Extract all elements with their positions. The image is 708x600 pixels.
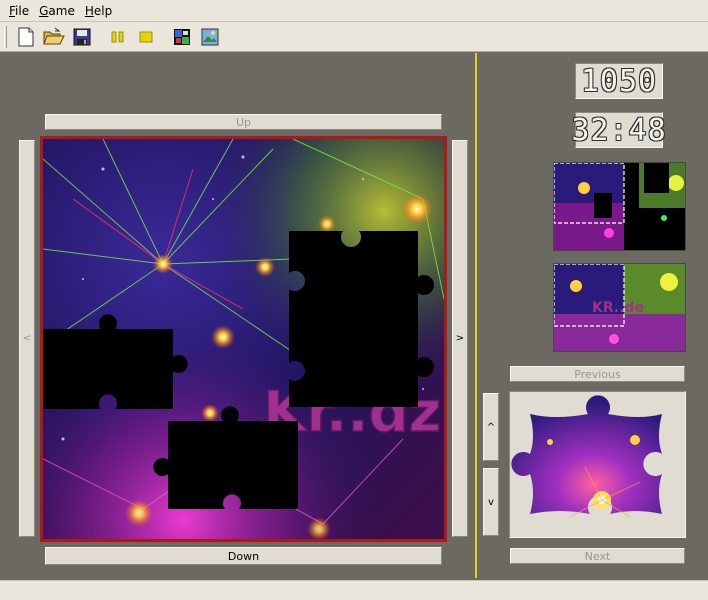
status-bar: [0, 580, 708, 600]
piece-up-button[interactable]: ^: [483, 393, 499, 461]
show-picture-icon: [201, 28, 219, 45]
timer-display: 32:48: [571, 112, 667, 148]
menubar: File Game Help: [0, 0, 708, 22]
new-file-icon: [18, 27, 34, 46]
previous-piece-button[interactable]: Previous: [510, 366, 685, 382]
toolbar: [0, 22, 708, 52]
scroll-up-button[interactable]: Up: [45, 114, 442, 130]
menu-game[interactable]: Game: [34, 1, 80, 21]
current-piece: [511, 395, 662, 518]
pause-button[interactable]: [105, 24, 131, 50]
save-game-button[interactable]: [69, 24, 95, 50]
scroll-down-button[interactable]: Down: [45, 547, 442, 565]
scroll-right-button[interactable]: >: [452, 140, 468, 537]
save-icon: [73, 28, 91, 45]
puzzle-board[interactable]: Kr..dz: [40, 136, 447, 542]
show-picture-button[interactable]: [197, 24, 223, 50]
solution-thumbnail-image: [554, 163, 685, 250]
menu-help[interactable]: Help: [80, 1, 117, 21]
piece-down-button[interactable]: v: [483, 468, 499, 536]
preview-logo-text: KR..de: [592, 300, 644, 316]
show-solution-icon: [174, 28, 190, 45]
solution-thumbnail[interactable]: [553, 162, 686, 251]
stop-button[interactable]: [133, 24, 159, 50]
new-game-button[interactable]: [13, 24, 39, 50]
current-piece-well[interactable]: [509, 391, 686, 538]
next-piece-button[interactable]: Next: [510, 548, 685, 564]
toolbar-grip[interactable]: [4, 25, 7, 48]
open-folder-icon: [43, 27, 65, 44]
show-solution-button[interactable]: [169, 24, 195, 50]
preview-thumbnail-image: KR..de: [554, 264, 685, 351]
puzzle-image: Kr..dz: [43, 139, 444, 539]
score-display: 1050: [575, 63, 663, 99]
scroll-left-button[interactable]: <: [19, 140, 35, 537]
preview-thumbnail[interactable]: KR..de: [553, 263, 686, 352]
open-game-button[interactable]: [41, 24, 67, 50]
pause-icon: [111, 31, 124, 42]
stop-icon: [139, 31, 153, 42]
menu-file[interactable]: File: [4, 1, 34, 21]
